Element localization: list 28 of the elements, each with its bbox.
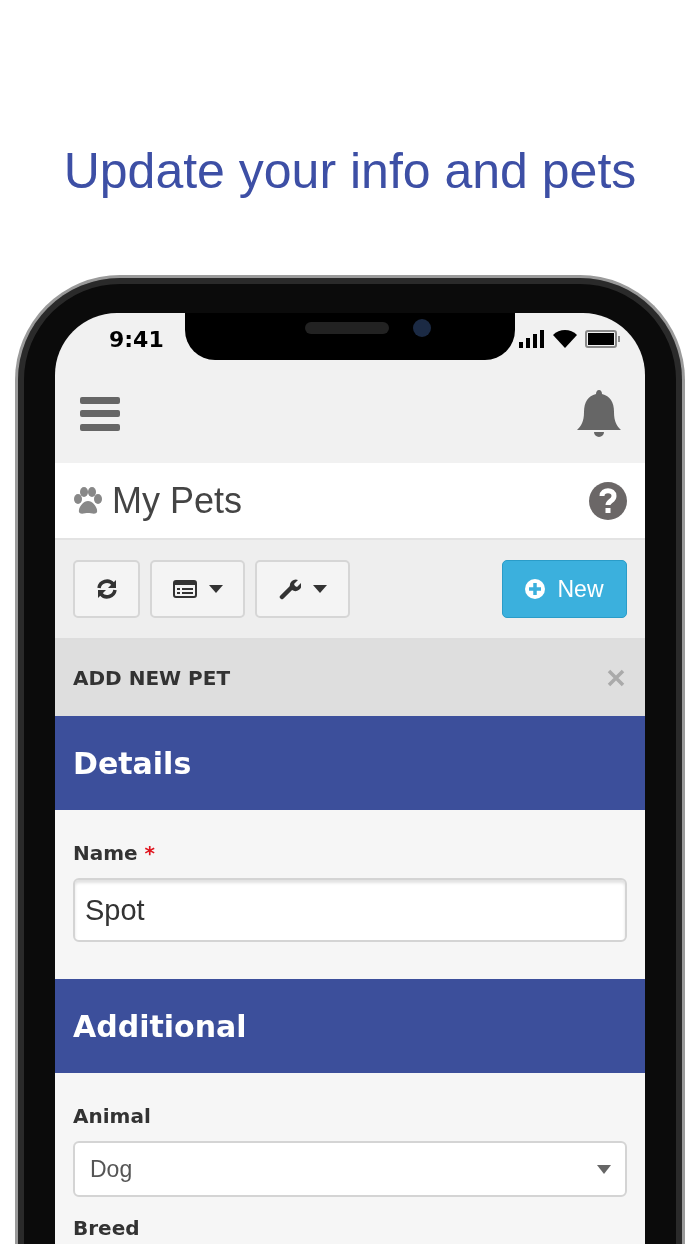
paw-icon	[73, 486, 103, 515]
caret-icon	[312, 585, 327, 593]
field-label: Animal	[73, 1103, 151, 1129]
page-title: My Pets	[112, 479, 243, 522]
field-label: Name *	[73, 840, 156, 866]
caret-icon	[208, 585, 223, 593]
input-field[interactable]: Spot	[73, 878, 627, 942]
help-icon[interactable]	[589, 481, 627, 520]
battery-icon	[585, 330, 621, 348]
section-header: Details	[55, 716, 645, 810]
headline: Update your info and pets	[63, 142, 637, 200]
select-field[interactable]: Dog	[73, 1141, 627, 1197]
dropdown-button[interactable]	[150, 560, 245, 618]
status-time: 9:41	[109, 326, 164, 352]
dropdown-button[interactable]	[255, 560, 350, 618]
panel-title: ADD NEW PET	[73, 666, 231, 690]
wifi-icon	[553, 330, 577, 348]
refresh-icon	[95, 578, 118, 600]
section-header: Additional	[55, 979, 645, 1073]
list-icon	[172, 580, 197, 598]
refresh-button[interactable]	[73, 560, 140, 618]
bell-icon[interactable]	[577, 390, 621, 438]
menu-icon[interactable]	[80, 397, 120, 431]
field-label: Breed	[73, 1215, 140, 1241]
wrench-icon	[278, 578, 301, 600]
signal-icon	[519, 330, 545, 348]
caret-icon	[597, 1164, 611, 1174]
plus-circle-icon	[525, 579, 546, 599]
